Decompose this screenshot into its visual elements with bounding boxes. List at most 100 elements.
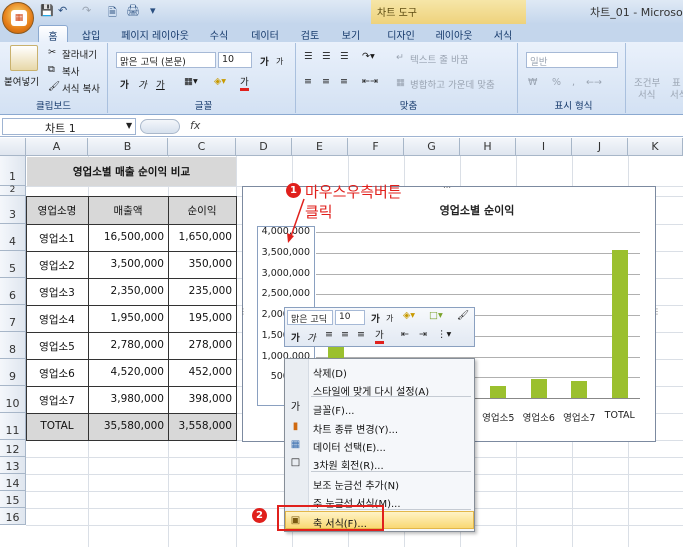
table-cell[interactable]: 195,000 — [168, 312, 232, 324]
column-header-h[interactable]: H — [460, 138, 516, 156]
print-icon[interactable]: 🖨 — [126, 4, 140, 20]
print-preview-icon[interactable]: 🗎 — [108, 4, 117, 20]
paste-icon[interactable] — [10, 45, 38, 71]
orientation-icon[interactable]: ↷▾ — [362, 51, 375, 62]
row-header-3[interactable]: 3 — [0, 196, 26, 224]
paste-button[interactable]: 붙여넣기 — [4, 74, 39, 88]
tab-data[interactable]: 데이터 — [244, 25, 286, 42]
column-header-a[interactable]: A — [26, 138, 88, 156]
row-header-15[interactable]: 15 — [0, 491, 26, 508]
number-format-box[interactable]: 일반 — [526, 52, 618, 68]
format-painter-button[interactable]: 서식 복사 — [62, 81, 100, 95]
context-menu-item[interactable]: □ 3차원 회전(R)... — [285, 454, 474, 472]
mini-decrease-indent-icon[interactable]: ⇤ — [401, 329, 409, 340]
table-cell[interactable]: 2,350,000 — [88, 285, 164, 297]
mini-align-left-icon[interactable]: ≡ — [325, 329, 333, 340]
decimal-icon[interactable]: ←→ — [586, 77, 602, 88]
tab-formulas[interactable]: 수식 — [202, 25, 236, 42]
borders-icon[interactable]: ▦▾ — [184, 76, 198, 87]
chart-bar[interactable] — [611, 250, 628, 398]
mini-format-painter-icon[interactable]: 🖌 — [457, 310, 469, 321]
grow-font-button[interactable]: 가 — [260, 54, 269, 68]
align-left-icon[interactable]: ≡ — [304, 76, 312, 87]
wrap-text-button[interactable]: 텍스트 줄 바꿈 — [410, 52, 468, 66]
font-size-box[interactable]: 10 — [218, 52, 252, 68]
save-icon[interactable]: 💾 — [40, 4, 54, 20]
undo-icon[interactable]: ↶ — [58, 4, 67, 20]
column-header-g[interactable]: G — [404, 138, 460, 156]
quick-access-customize-icon[interactable]: ▾ — [150, 4, 156, 20]
underline-button[interactable]: 가 — [156, 77, 165, 91]
table-cell[interactable]: 398,000 — [168, 393, 232, 405]
table-header-cell[interactable]: 순이익 — [168, 203, 236, 218]
wrap-text-icon[interactable]: ↵ — [396, 52, 404, 63]
mini-align-right-icon[interactable]: ≡ — [357, 329, 365, 340]
table-cell[interactable]: 영업소4 — [26, 312, 88, 327]
fill-color-icon[interactable]: ◈▾ — [214, 76, 226, 87]
bold-button[interactable]: 가 — [120, 77, 129, 91]
comma-button[interactable]: , — [572, 77, 575, 88]
copy-button[interactable]: 복사 — [62, 64, 79, 78]
table-cell[interactable]: 영업소1 — [26, 231, 88, 246]
align-center-icon[interactable]: ≡ — [322, 76, 330, 87]
chart-bar[interactable] — [490, 386, 507, 398]
tab-page-layout[interactable]: 페이지 레이아웃 — [114, 25, 196, 42]
cut-button[interactable]: 잘라내기 — [62, 47, 97, 61]
context-menu-item[interactable]: 삭제(D) — [285, 362, 474, 380]
row-header-2[interactable]: 2 — [0, 186, 26, 196]
mini-fill-icon[interactable]: ◈▾ — [403, 310, 415, 321]
context-menu-item[interactable]: 가 글꼴(F)... — [285, 399, 474, 417]
context-menu-item[interactable]: 보조 눈금선 추가(N) — [285, 474, 474, 492]
row-header-16[interactable]: 16 — [0, 508, 26, 525]
indent-icon[interactable]: ⇤⇥ — [362, 76, 378, 87]
row-header-14[interactable]: 14 — [0, 474, 26, 491]
table-cell[interactable]: TOTAL — [26, 420, 88, 432]
row-header-8[interactable]: 8 — [0, 332, 26, 359]
column-header-d[interactable]: D — [236, 138, 292, 156]
chart-bar[interactable] — [530, 379, 547, 398]
tab-home[interactable]: 홈 — [38, 25, 68, 43]
row-header-10[interactable]: 10 — [0, 386, 26, 413]
column-header-j[interactable]: J — [572, 138, 628, 156]
row-header-9[interactable]: 9 — [0, 359, 26, 386]
mini-grow-font[interactable]: 가 — [371, 311, 380, 325]
formula-bar-splitter[interactable] — [140, 119, 180, 134]
shrink-font-button[interactable]: 가 — [276, 56, 283, 67]
tab-format[interactable]: 서식 — [486, 25, 520, 42]
column-header-e[interactable]: E — [292, 138, 348, 156]
mini-increase-indent-icon[interactable]: ⇥ — [419, 329, 427, 340]
table-cell[interactable]: 1,950,000 — [88, 312, 164, 324]
table-cell[interactable]: 영업소2 — [26, 258, 88, 273]
mini-font-color-button[interactable]: 가 — [375, 330, 384, 344]
percent-button[interactable]: % — [552, 77, 561, 88]
chart-title[interactable]: 영업소별 순이익 — [377, 202, 577, 218]
table-cell[interactable]: 350,000 — [168, 258, 232, 270]
select-all-corner[interactable] — [0, 138, 26, 156]
row-header-7[interactable]: 7 — [0, 305, 26, 332]
name-box-dropdown-icon[interactable]: ▼ — [126, 121, 132, 130]
column-header-c[interactable]: C — [168, 138, 236, 156]
row-header-1[interactable]: 1 — [0, 156, 26, 186]
tab-view[interactable]: 보기 — [334, 25, 368, 42]
tab-design[interactable]: 디자인 — [380, 25, 422, 42]
row-header-6[interactable]: 6 — [0, 278, 26, 305]
cut-icon[interactable]: ✂ — [48, 47, 56, 58]
mini-outline-icon[interactable]: □▾ — [429, 310, 443, 321]
table-cell[interactable]: 영업소6 — [26, 366, 88, 381]
table-cell[interactable]: 452,000 — [168, 366, 232, 378]
chart-handle-top[interactable]: ⋯ — [443, 183, 451, 192]
table-cell[interactable]: 35,580,000 — [88, 420, 164, 432]
tab-insert[interactable]: 삽입 — [76, 25, 106, 42]
merge-center-button[interactable]: 병합하고 가운데 맞춤 — [410, 77, 495, 91]
chart-handle-left[interactable]: ⋮ — [239, 307, 247, 316]
mini-shrink-font[interactable]: 가 — [386, 313, 393, 324]
currency-button[interactable]: ₩ — [528, 77, 537, 88]
redo-icon[interactable]: ↷ — [82, 4, 91, 20]
table-cell[interactable]: 4,520,000 — [88, 366, 164, 378]
align-middle-icon[interactable]: ☰ — [322, 51, 331, 62]
merge-center-icon[interactable]: ▦ — [396, 77, 405, 88]
tab-layout[interactable]: 레이아웃 — [428, 25, 480, 42]
table-cell[interactable]: 2,780,000 — [88, 339, 164, 351]
mini-bold-button[interactable]: 가 — [291, 330, 300, 344]
row-header-13[interactable]: 13 — [0, 457, 26, 474]
